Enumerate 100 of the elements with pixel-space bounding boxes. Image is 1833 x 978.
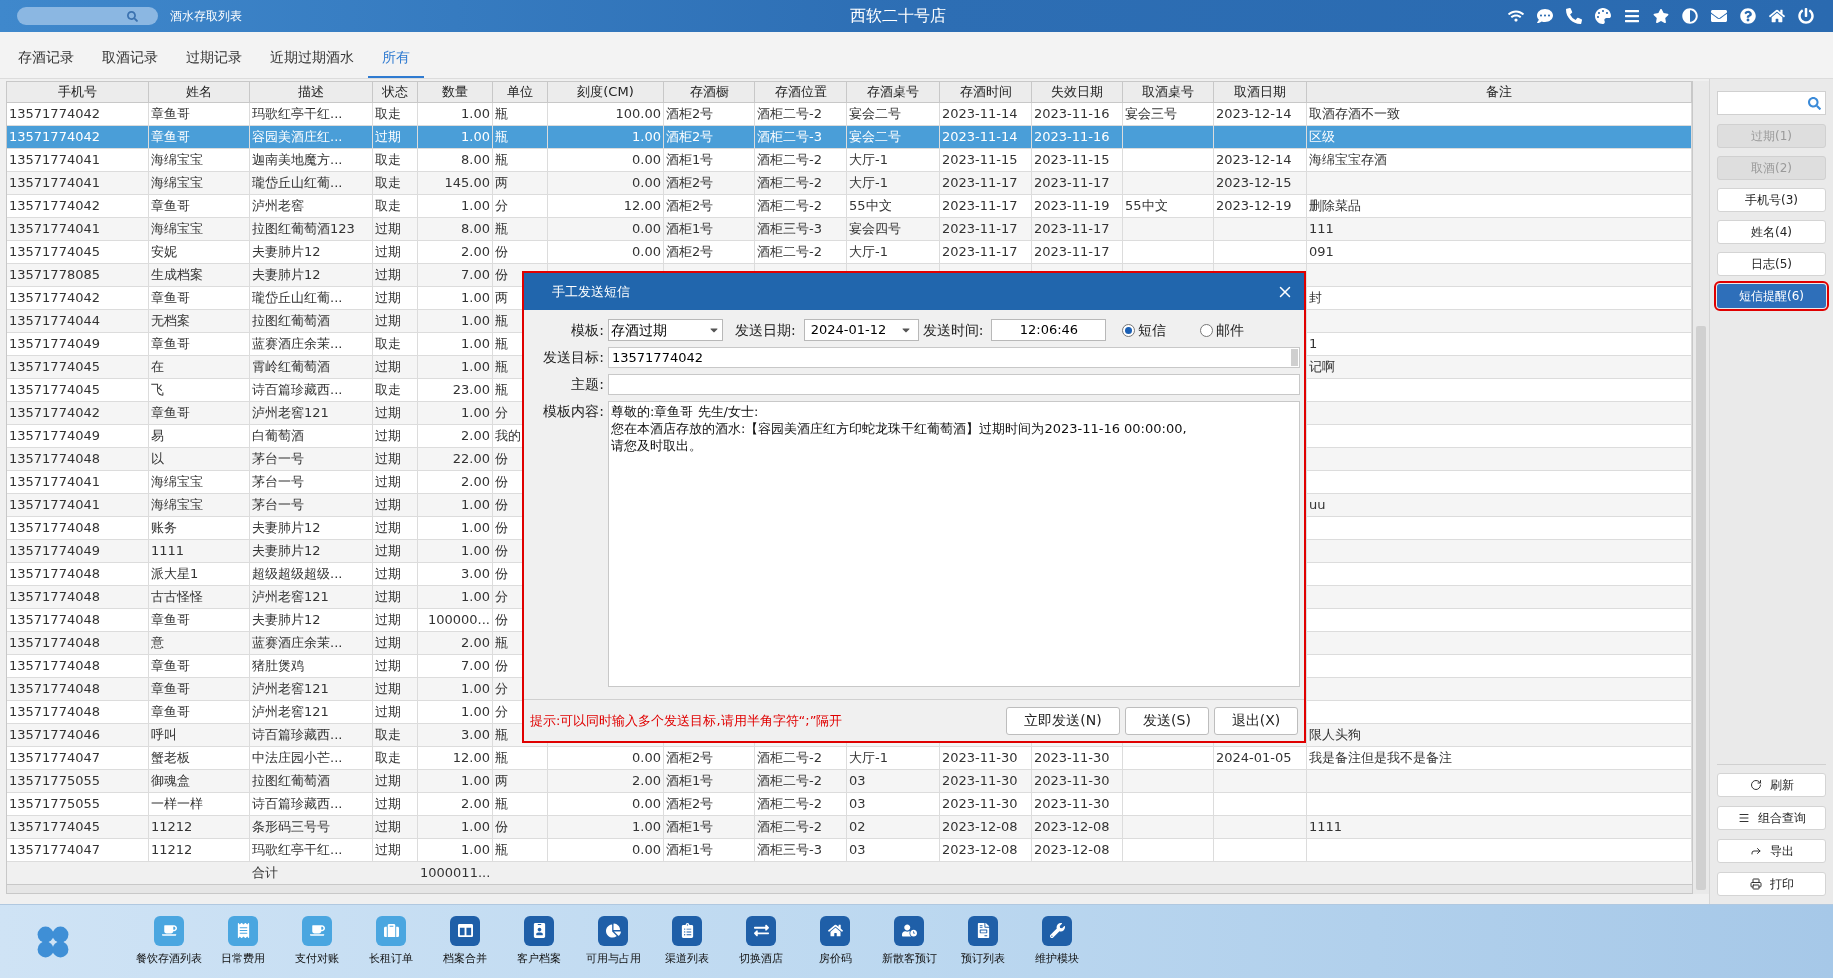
table-cell-text: 13571774048: [9, 450, 100, 469]
table-cell-text: 7.00: [461, 266, 490, 285]
table-cell-text: 过期: [375, 795, 401, 814]
table-cell-text: 酒柜1号: [666, 818, 714, 837]
table-cell-text: 酒柜2号: [666, 749, 714, 768]
table-cell-text: 55中文: [1125, 197, 1168, 216]
table-cell-text: 无档案: [151, 312, 190, 331]
table-cell-text: 取走: [375, 381, 401, 400]
table-cell-text: 瓶: [495, 634, 508, 653]
table-cell-text: 1.00: [461, 680, 490, 699]
template-label: 模板:: [570, 320, 605, 340]
table-cell-text: 过期: [375, 450, 401, 469]
table-cell-text: 23.00: [452, 381, 490, 400]
table-cell-text: 1.00: [461, 335, 490, 354]
table-cell-text: 酒柜二号-2: [757, 151, 822, 170]
table-cell-text: 玛歌红亭干红...: [252, 105, 343, 124]
table-cell-text: 2023-12-14: [1216, 105, 1292, 124]
table-cell-text: 份: [495, 542, 508, 561]
table-cell-text: 泸州老窖121: [252, 588, 329, 607]
table-cell-text: 过期: [375, 404, 401, 423]
table-cell-text: 0.00: [632, 174, 661, 193]
table-cell-text: 安妮: [151, 243, 177, 262]
table-cell-text: 13571774046: [9, 726, 100, 745]
table-cell-text: 过期: [375, 542, 401, 561]
table-cell-text: 0.00: [632, 749, 661, 768]
table-cell-text: 取酒存酒不一致: [1309, 105, 1400, 124]
table-cell-text: 0.00: [632, 243, 661, 262]
dock-label: 客户档案: [517, 950, 561, 967]
table-cell-text: 03: [849, 795, 866, 814]
table-cell-text: 取走: [375, 197, 401, 216]
table-cell-text: 飞: [151, 381, 164, 400]
dock-label: 可用与占用: [585, 950, 641, 967]
table-cell-text: 分: [495, 197, 508, 216]
table-cell-text: 1.00: [461, 404, 490, 423]
table-cell-text: 03: [849, 841, 866, 860]
table-cell-text: 章鱼哥: [151, 128, 190, 147]
table-cell-text: 诗百篇珍藏西...: [252, 381, 343, 400]
table-cell-text: 2023-11-30: [1034, 749, 1110, 768]
table-cell-text: 2023-11-17: [942, 243, 1018, 262]
hint-text: 提示:可以同时输入多个发送目标,请用半角字符“;”隔开: [530, 711, 843, 730]
table-cell-text: 13571774047: [9, 749, 100, 768]
table-cell-text: 过期: [375, 657, 401, 676]
table-cell-text: 夫妻肺片12: [252, 266, 321, 285]
table-cell-text: 章鱼哥: [151, 197, 190, 216]
table-cell-text: 1111: [151, 542, 185, 561]
table-cell-text: 瓶: [495, 841, 508, 860]
table-cell-text: 2.00: [461, 795, 490, 814]
table-cell-text: 过期: [375, 128, 401, 147]
table-cell-text: 酒柜2号: [666, 197, 714, 216]
send-time-label: 发送时间:: [922, 320, 984, 340]
table-cell-text: 13571774041: [9, 151, 100, 170]
table-cell-text: 2.00: [461, 243, 490, 262]
table-cell-text: 2023-12-15: [1216, 174, 1292, 193]
table-cell-text: 0.00: [632, 151, 661, 170]
table-cell-text: 瓶: [495, 105, 508, 124]
table-cell-text: 13571774049: [9, 427, 100, 446]
table-cell-text: 13571774047: [9, 841, 100, 860]
table-cell-text: 1.00: [461, 105, 490, 124]
table-cell-text: 2023-12-19: [1216, 197, 1292, 216]
table-cell-text: 分: [495, 703, 508, 722]
table-cell-text: 容园美酒庄红...: [252, 128, 343, 147]
table-cell-text: 13571775055: [9, 795, 100, 814]
table-cell-text: 宴会三号: [1125, 105, 1177, 124]
table-cell-text: 145.00: [444, 174, 490, 193]
table-cell-text: 1.00: [461, 496, 490, 515]
table-cell-text: 03: [849, 772, 866, 791]
table-cell-text: 分: [495, 404, 508, 423]
table-cell-text: 过期: [375, 565, 401, 584]
table-cell-text: 两: [495, 289, 508, 308]
table-cell-text: 超级超级超级...: [252, 565, 343, 584]
table-cell-text: 8.00: [461, 220, 490, 239]
table-cell-text: 封: [1309, 289, 1322, 308]
table-cell-text: 派大星1: [151, 565, 199, 584]
table-cell-text: 13571774044: [9, 312, 100, 331]
table-cell-text: 13571774048: [9, 565, 100, 584]
table-cell-text: 限人头狗: [1309, 726, 1361, 745]
table-cell-text: 13571774045: [9, 381, 100, 400]
table-cell-text: 章鱼哥: [151, 335, 190, 354]
table-cell-text: 55中文: [849, 197, 892, 216]
table-cell-text: 2023-11-30: [1034, 795, 1110, 814]
table-cell-text: 100000...: [427, 611, 490, 630]
table-cell-text: 泸州老窖121: [252, 404, 329, 423]
total-label: 合计: [252, 864, 278, 883]
dock-label: 切换酒店: [739, 950, 783, 967]
table-cell-text: 13571774049: [9, 542, 100, 561]
table-cell-text: 瓶: [495, 220, 508, 239]
table-cell-text: 酒柜1号: [666, 772, 714, 791]
table-cell-text: 酒柜二号-2: [757, 197, 822, 216]
table-cell-text: 取走: [375, 105, 401, 124]
table-cell-text: 13571774041: [9, 220, 100, 239]
table-cell-text: 2.00: [461, 427, 490, 446]
table-cell-text: 过期: [375, 818, 401, 837]
table-cell-text: 宴会二号: [849, 105, 901, 124]
table-cell-text: 蓝赛酒庄余茉...: [252, 335, 343, 354]
table-cell-text: 2023-12-08: [1034, 841, 1110, 860]
table-cell-text: 过期: [375, 220, 401, 239]
dock-label: 房价码: [818, 950, 852, 967]
table-cell-text: 2023-11-14: [942, 105, 1018, 124]
table-cell-text: 7.00: [461, 657, 490, 676]
table-cell-text: 取走: [375, 726, 401, 745]
